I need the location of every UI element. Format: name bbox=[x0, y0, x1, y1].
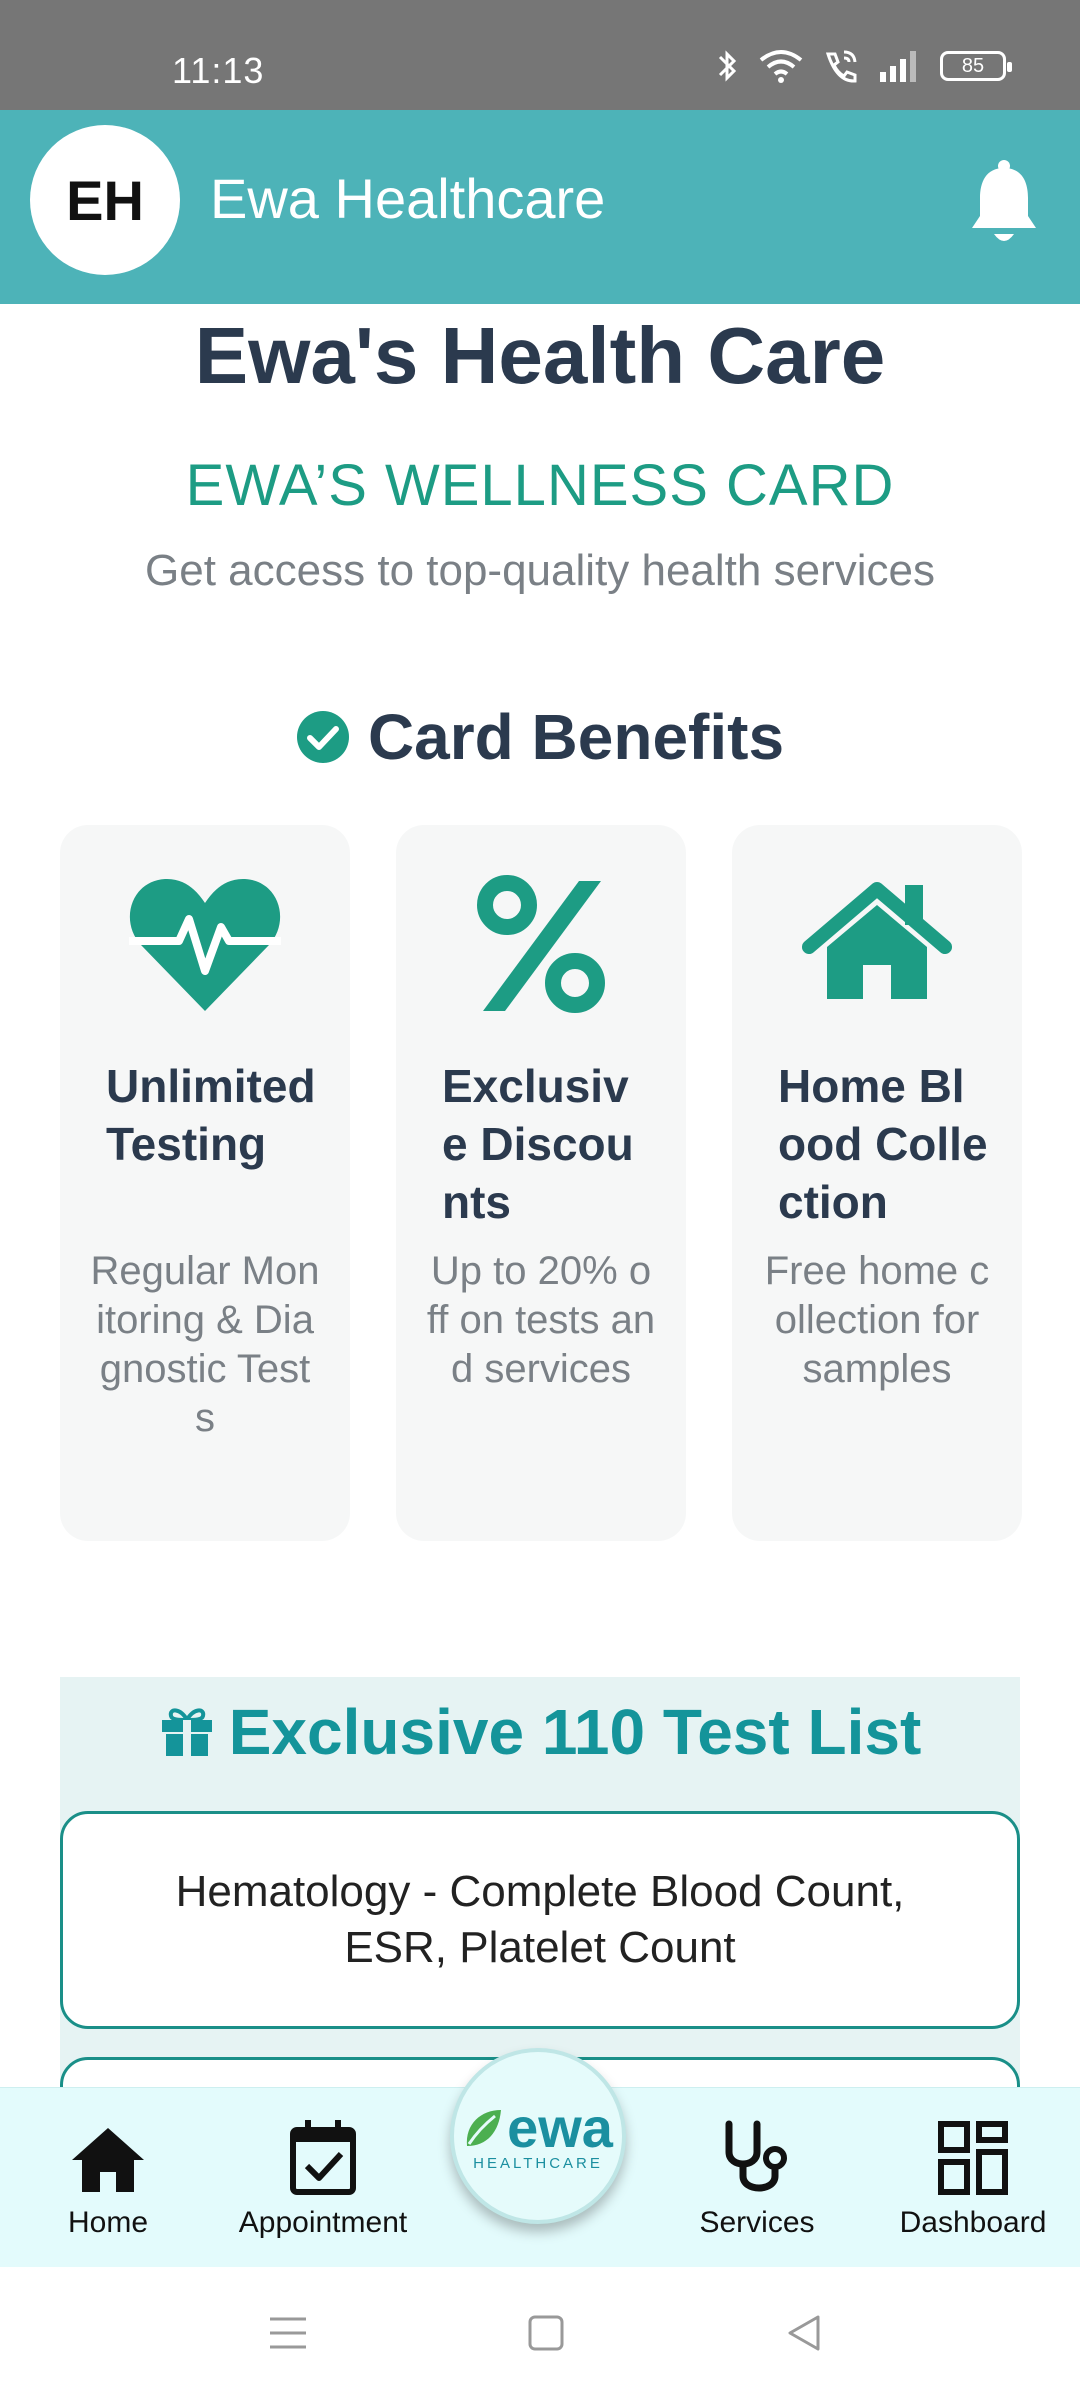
back-icon[interactable] bbox=[780, 2309, 828, 2357]
test-list-heading-label: Exclusive 110 Test List bbox=[228, 1696, 922, 1768]
battery-indicator: 85 bbox=[940, 51, 1012, 81]
notification-bell-icon[interactable] bbox=[968, 158, 1040, 248]
status-bar: 11:13 85 bbox=[0, 0, 1080, 110]
benefit-title: Unlimited Testing bbox=[106, 1060, 316, 1170]
percent-icon bbox=[477, 875, 605, 1013]
benefit-description: Up to 20% off on tests and services bbox=[426, 1249, 656, 1391]
bluetooth-icon bbox=[718, 50, 737, 82]
heartbeat-icon bbox=[129, 878, 281, 1011]
test-list-section: Exclusive 110 Test List Hematology - Com… bbox=[60, 1677, 1020, 2177]
home-button-icon[interactable] bbox=[522, 2309, 570, 2357]
nav-appointment[interactable]: Appointment bbox=[230, 2118, 416, 2240]
app-bar: EH Ewa Healthcare bbox=[0, 110, 1080, 304]
gift-icon bbox=[161, 1708, 212, 1756]
wifi-icon bbox=[759, 50, 803, 83]
status-icons: 85 bbox=[716, 48, 1012, 84]
test-list-heading: Exclusive 110 Test List bbox=[60, 1695, 1020, 1769]
page-title: Ewa's Health Care bbox=[194, 311, 886, 400]
signal-icon bbox=[880, 51, 916, 82]
nav-label: Home bbox=[67, 2206, 149, 2239]
bottom-navigation: Home Appointment ewa HEALTHCARE Services bbox=[0, 2048, 1080, 2267]
home-icon bbox=[802, 882, 952, 999]
benefit-card-home-blood-collection: Home Blood Collection Free home collecti… bbox=[732, 825, 1022, 1541]
avatar[interactable]: EH bbox=[30, 125, 180, 275]
test-list-item[interactable]: Hematology - Complete Blood Count, ESR, … bbox=[60, 1811, 1020, 2029]
card-name: EWA’S WELLNESS CARD bbox=[185, 453, 895, 518]
nav-services[interactable]: Services bbox=[696, 2118, 818, 2240]
card-tagline: Get access to top-quality health service… bbox=[145, 546, 935, 595]
dashboard-icon bbox=[938, 2121, 1008, 2195]
logo-subtext: HEALTHCARE bbox=[473, 2154, 603, 2172]
benefits-heading-label: Card Benefits bbox=[367, 701, 785, 773]
stethoscope-icon bbox=[725, 2120, 787, 2192]
ewa-logo-button[interactable]: ewa HEALTHCARE bbox=[450, 2048, 626, 2224]
home-icon bbox=[72, 2128, 144, 2192]
nav-label: Dashboard bbox=[899, 2206, 1047, 2239]
nav-label: Services bbox=[699, 2206, 815, 2239]
system-navigation-bar bbox=[0, 2267, 1080, 2400]
wifi-calling-icon bbox=[825, 50, 857, 83]
leaf-icon bbox=[466, 2109, 502, 2146]
nav-home[interactable]: Home bbox=[56, 2118, 160, 2240]
benefit-description: Free home collection for samples bbox=[764, 1249, 990, 1391]
benefit-title: Home Blood Collection bbox=[778, 1060, 988, 1228]
benefit-card-exclusive-discounts: Exclusive Discounts Up to 20% off on tes… bbox=[396, 825, 686, 1541]
check-circle-icon bbox=[296, 711, 349, 763]
nav-label: Appointment bbox=[238, 2206, 408, 2239]
status-time: 11:13 bbox=[172, 50, 265, 91]
benefit-title: Exclusive Discounts bbox=[442, 1060, 634, 1228]
calendar-check-icon bbox=[290, 2120, 356, 2195]
logo-wordmark: ewa bbox=[507, 2095, 613, 2159]
menu-icon[interactable] bbox=[264, 2309, 312, 2357]
benefits-heading: Card Benefits bbox=[0, 700, 1080, 774]
benefit-card-unlimited-testing: Unlimited Testing Regular Monitoring & D… bbox=[60, 825, 350, 1541]
nav-dashboard[interactable]: Dashboard bbox=[896, 2118, 1050, 2240]
logo-mark: ewa bbox=[463, 2095, 613, 2159]
benefit-description: Regular Monitoring & Diagnostic Tests bbox=[90, 1249, 320, 1440]
app-title: Ewa Healthcare bbox=[210, 167, 606, 230]
